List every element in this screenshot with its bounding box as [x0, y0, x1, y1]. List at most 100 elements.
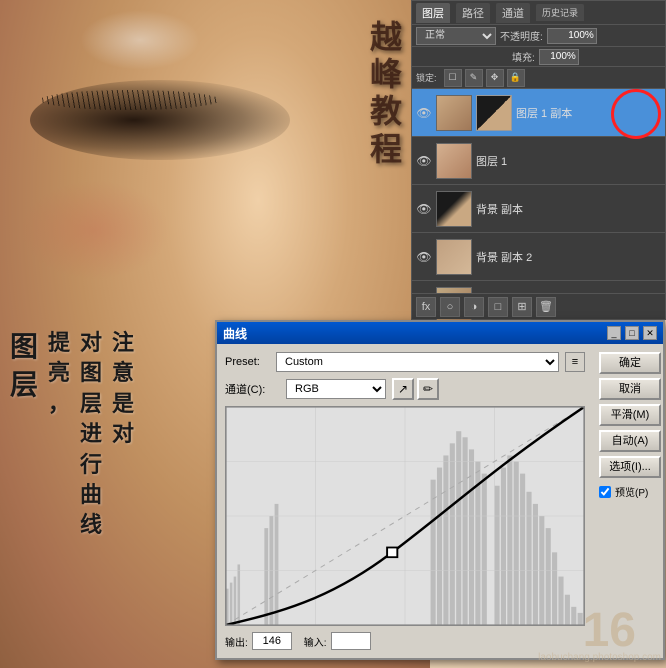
layer-effects-btn[interactable]: fx — [416, 297, 436, 317]
cn-col-1: 图 层 — [10, 330, 38, 539]
maximize-btn[interactable]: □ — [625, 326, 639, 340]
cn-char-shi: 是 — [112, 391, 134, 417]
tab-paths[interactable]: 路径 — [456, 3, 490, 23]
lock-paint-btn[interactable]: ✎ — [465, 69, 483, 87]
cn-char-liang: 亮 — [48, 360, 70, 386]
lock-transparent-btn[interactable]: ☐ — [444, 69, 462, 87]
cn-char-tu: 图 — [80, 360, 102, 386]
minimize-btn[interactable]: _ — [607, 326, 621, 340]
lock-all-btn[interactable]: 🔒 — [507, 69, 525, 87]
tab-history[interactable]: 历史记录 — [536, 4, 584, 21]
preset-menu-btn[interactable]: ≡ — [565, 352, 585, 372]
curve-pointer-tool[interactable]: ↗ — [392, 378, 414, 400]
blend-mode-select[interactable]: 正常 — [416, 27, 496, 45]
lashes — [40, 90, 220, 110]
lock-label: 锁定: — [416, 71, 437, 84]
tab-channels[interactable]: 通道 — [496, 3, 530, 23]
layer-thumb-0 — [436, 95, 472, 131]
layer-name-1: 图层 1 — [476, 153, 661, 169]
cn-char-ti: 提 — [48, 330, 70, 356]
close-btn[interactable]: ✕ — [643, 326, 657, 340]
eye-icon-1[interactable]: 👁 — [416, 153, 432, 169]
preview-row: 预览(P) — [599, 484, 657, 499]
curve-control-point[interactable] — [387, 547, 397, 557]
channel-row: 通道(C): RGB ↗ ✏ — [225, 378, 585, 400]
curve-tools: ↗ ✏ — [392, 378, 439, 400]
eye-icon-0[interactable]: 👁 — [416, 105, 432, 121]
curve-canvas-area[interactable] — [225, 406, 585, 626]
blush — [20, 180, 170, 280]
layer-name-2: 背景 副本 — [476, 201, 661, 217]
adjustment-layer-btn[interactable]: ◑ — [464, 297, 484, 317]
curves-svg — [226, 407, 584, 625]
preset-label: Preset: — [225, 356, 270, 368]
layer-item-1[interactable]: 👁 图层 1 — [412, 137, 665, 185]
deco-char-1: 越 — [370, 20, 402, 55]
cn-char-yi: 意 — [112, 360, 134, 386]
deco-chars: 越 峰 教 程 — [356, 0, 416, 300]
group-btn[interactable]: □ — [488, 297, 508, 317]
new-layer-btn[interactable]: ⊞ — [512, 297, 532, 317]
preview-label: 预览(P) — [615, 484, 648, 499]
eye-icon-3[interactable]: 👁 — [416, 249, 432, 265]
preset-row: Preset: Custom ≡ — [225, 352, 585, 372]
cn-char-xing: 行 — [80, 452, 102, 478]
tab-layers[interactable]: 图层 — [416, 3, 450, 23]
channel-label: 通道(C): — [225, 381, 280, 397]
cn-char-tulayer: 图 — [10, 330, 38, 364]
layer-thumb-1 — [436, 143, 472, 179]
preview-checkbox[interactable] — [599, 486, 611, 498]
curves-title: 曲线 — [223, 325, 603, 342]
cn-col-4: 注 意 是 对 — [112, 330, 134, 539]
deco-char-3: 教 — [370, 94, 402, 129]
input-value-input[interactable] — [331, 632, 371, 650]
cn-char-ceng: 层 — [80, 391, 102, 417]
face-paint — [80, 10, 200, 70]
cn-char-zhu: 注 — [112, 330, 134, 356]
layer-mask-btn[interactable]: ○ — [440, 297, 460, 317]
cn-char-jin: 进 — [80, 421, 102, 447]
layer-item-0[interactable]: 👁 图层 1 副本 — [412, 89, 665, 137]
layer-item-3[interactable]: 👁 背景 副本 2 — [412, 233, 665, 281]
watermark: laobuchang.photoshop.com — [538, 652, 661, 663]
cn-char-dui: 对 — [80, 330, 102, 356]
lock-move-btn[interactable]: ✥ — [486, 69, 504, 87]
output-label: 输出: — [225, 634, 248, 649]
smooth-button[interactable]: 平滑(M) — [599, 404, 661, 426]
layers-panel-header: 图层 路径 通道 历史记录 — [412, 1, 665, 25]
cn-char-xian: 线 — [80, 512, 102, 538]
cn-col-3: 对 图 层 进 行 曲 线 — [80, 330, 102, 539]
deco-char-2: 峰 — [370, 57, 402, 92]
curves-main: Preset: Custom ≡ 通道(C): RGB ↗ ✏ — [217, 344, 593, 658]
cn-char-dui2: 对 — [112, 421, 134, 447]
layer-item-2[interactable]: 👁 背景 副本 — [412, 185, 665, 233]
cn-char-layer: 层 — [10, 368, 38, 402]
cancel-button[interactable]: 取消 — [599, 378, 661, 400]
opacity-input[interactable] — [547, 28, 597, 44]
ok-button[interactable]: 确定 — [599, 352, 661, 374]
layer-thumb-2 — [436, 191, 472, 227]
layers-panel: 图层 路径 通道 历史记录 正常 不透明度: 填充: 锁定: ☐ ✎ ✥ 🔒 👁… — [411, 0, 666, 320]
options-button[interactable]: 选项(I)... — [599, 456, 661, 478]
page-number: 16 — [583, 603, 636, 658]
layers-bottom-bar: fx ○ ◑ □ ⊞ 🗑 — [412, 293, 665, 319]
cn-char-comma: ， — [48, 391, 70, 417]
instruction-text: 图 层 提 亮 ， 对 图 层 进 行 曲 线 注 意 是 对 — [10, 330, 250, 539]
auto-button[interactable]: 自动(A) — [599, 430, 661, 452]
channel-select[interactable]: RGB — [286, 379, 386, 399]
fill-input[interactable] — [539, 49, 579, 65]
fill-row: 填充: — [412, 47, 665, 67]
output-value-input[interactable] — [252, 632, 292, 650]
delete-layer-btn[interactable]: 🗑 — [536, 297, 556, 317]
layer-lock-icons: 锁定: ☐ ✎ ✥ 🔒 — [412, 67, 665, 89]
cn-col-2: 提 亮 ， — [48, 330, 70, 539]
layer-thumb-3 — [436, 239, 472, 275]
curves-titlebar: 曲线 _ □ ✕ — [217, 322, 663, 344]
eye-icon-2[interactable]: 👁 — [416, 201, 432, 217]
layer-name-0: 图层 1 副本 — [516, 105, 661, 121]
preset-select[interactable]: Custom — [276, 352, 559, 372]
curve-pencil-tool[interactable]: ✏ — [417, 378, 439, 400]
fill-label: 填充: — [512, 49, 535, 64]
cn-char-qu: 曲 — [80, 482, 102, 508]
opacity-label: 不透明度: — [500, 28, 543, 43]
